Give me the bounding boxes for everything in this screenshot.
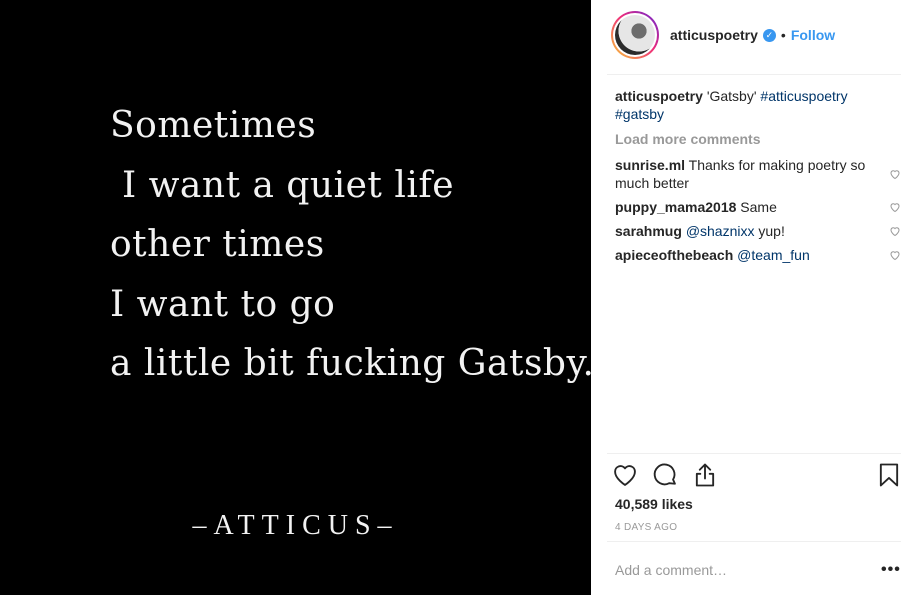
comment-icon[interactable] <box>651 461 679 489</box>
poem-line: Sometimes <box>110 105 317 146</box>
post-header: atticuspoetry ✓ • Follow <box>611 10 901 60</box>
comment-username[interactable]: sunrise.ml <box>615 157 685 173</box>
hashtag-link[interactable]: #atticuspoetry <box>760 88 847 104</box>
avatar[interactable] <box>611 11 659 59</box>
avatar-image <box>615 15 655 55</box>
comment-username[interactable]: puppy_mama2018 <box>615 199 736 215</box>
divider <box>607 74 901 75</box>
poem-line: I want a quiet life <box>110 164 455 206</box>
comment-like-heart-icon[interactable] <box>889 168 901 180</box>
comment-like-heart-icon[interactable] <box>889 225 901 237</box>
comment-username[interactable]: apieceofthebeach <box>615 247 733 263</box>
comment-item: sarahmug @shaznixx yup! <box>615 222 875 240</box>
follow-button[interactable]: Follow <box>791 27 835 43</box>
comment-like-heart-icon[interactable] <box>889 249 901 261</box>
comment-item: puppy_mama2018 Same <box>615 198 875 216</box>
heart-icon[interactable] <box>611 461 639 489</box>
post-timestamp[interactable]: 4 DAYS AGO <box>615 522 677 533</box>
post-caption: atticuspoetry 'Gatsby' #atticuspoetry #g… <box>615 87 875 123</box>
post-actions-bar <box>611 461 903 491</box>
divider <box>607 541 901 542</box>
header-username[interactable]: atticuspoetry <box>670 27 758 43</box>
separator-dot: • <box>780 27 786 43</box>
comment-item: sunrise.ml Thanks for making poetry so m… <box>615 156 875 192</box>
poem-signature: –ATTICUS– <box>192 510 399 541</box>
poem-line: other times <box>110 224 325 265</box>
caption-username[interactable]: atticuspoetry <box>615 88 703 104</box>
poem-line: a little bit fucking Gatsby. <box>110 343 595 384</box>
like-count[interactable]: 40,589 likes <box>615 496 693 512</box>
bookmark-icon[interactable] <box>875 461 903 489</box>
poem-line: I want to go <box>110 283 336 325</box>
mention-link[interactable]: @team_fun <box>737 247 810 263</box>
hashtag-link[interactable]: #gatsby <box>615 106 664 122</box>
comment-like-heart-icon[interactable] <box>889 201 901 213</box>
more-options-icon[interactable]: ••• <box>881 561 901 579</box>
comment-text: Same <box>740 199 777 215</box>
load-more-comments-button[interactable]: Load more comments <box>615 131 760 147</box>
comment-text: yup! <box>758 223 785 239</box>
mention-link[interactable]: @shaznixx <box>686 223 755 239</box>
add-comment-input[interactable] <box>615 560 865 580</box>
comment-username[interactable]: sarahmug <box>615 223 682 239</box>
post-image[interactable]: Sometimes I want a quiet life other time… <box>0 0 594 595</box>
poem-text: Sometimes I want a quiet life other time… <box>110 96 594 394</box>
divider <box>607 453 901 454</box>
share-icon[interactable] <box>691 461 719 489</box>
verified-badge-icon: ✓ <box>762 28 776 42</box>
post-sidebar: atticuspoetry ✓ • Follow atticuspoetry '… <box>591 0 924 595</box>
comment-item: apieceofthebeach @team_fun <box>615 246 875 264</box>
caption-text: 'Gatsby' <box>706 88 757 104</box>
